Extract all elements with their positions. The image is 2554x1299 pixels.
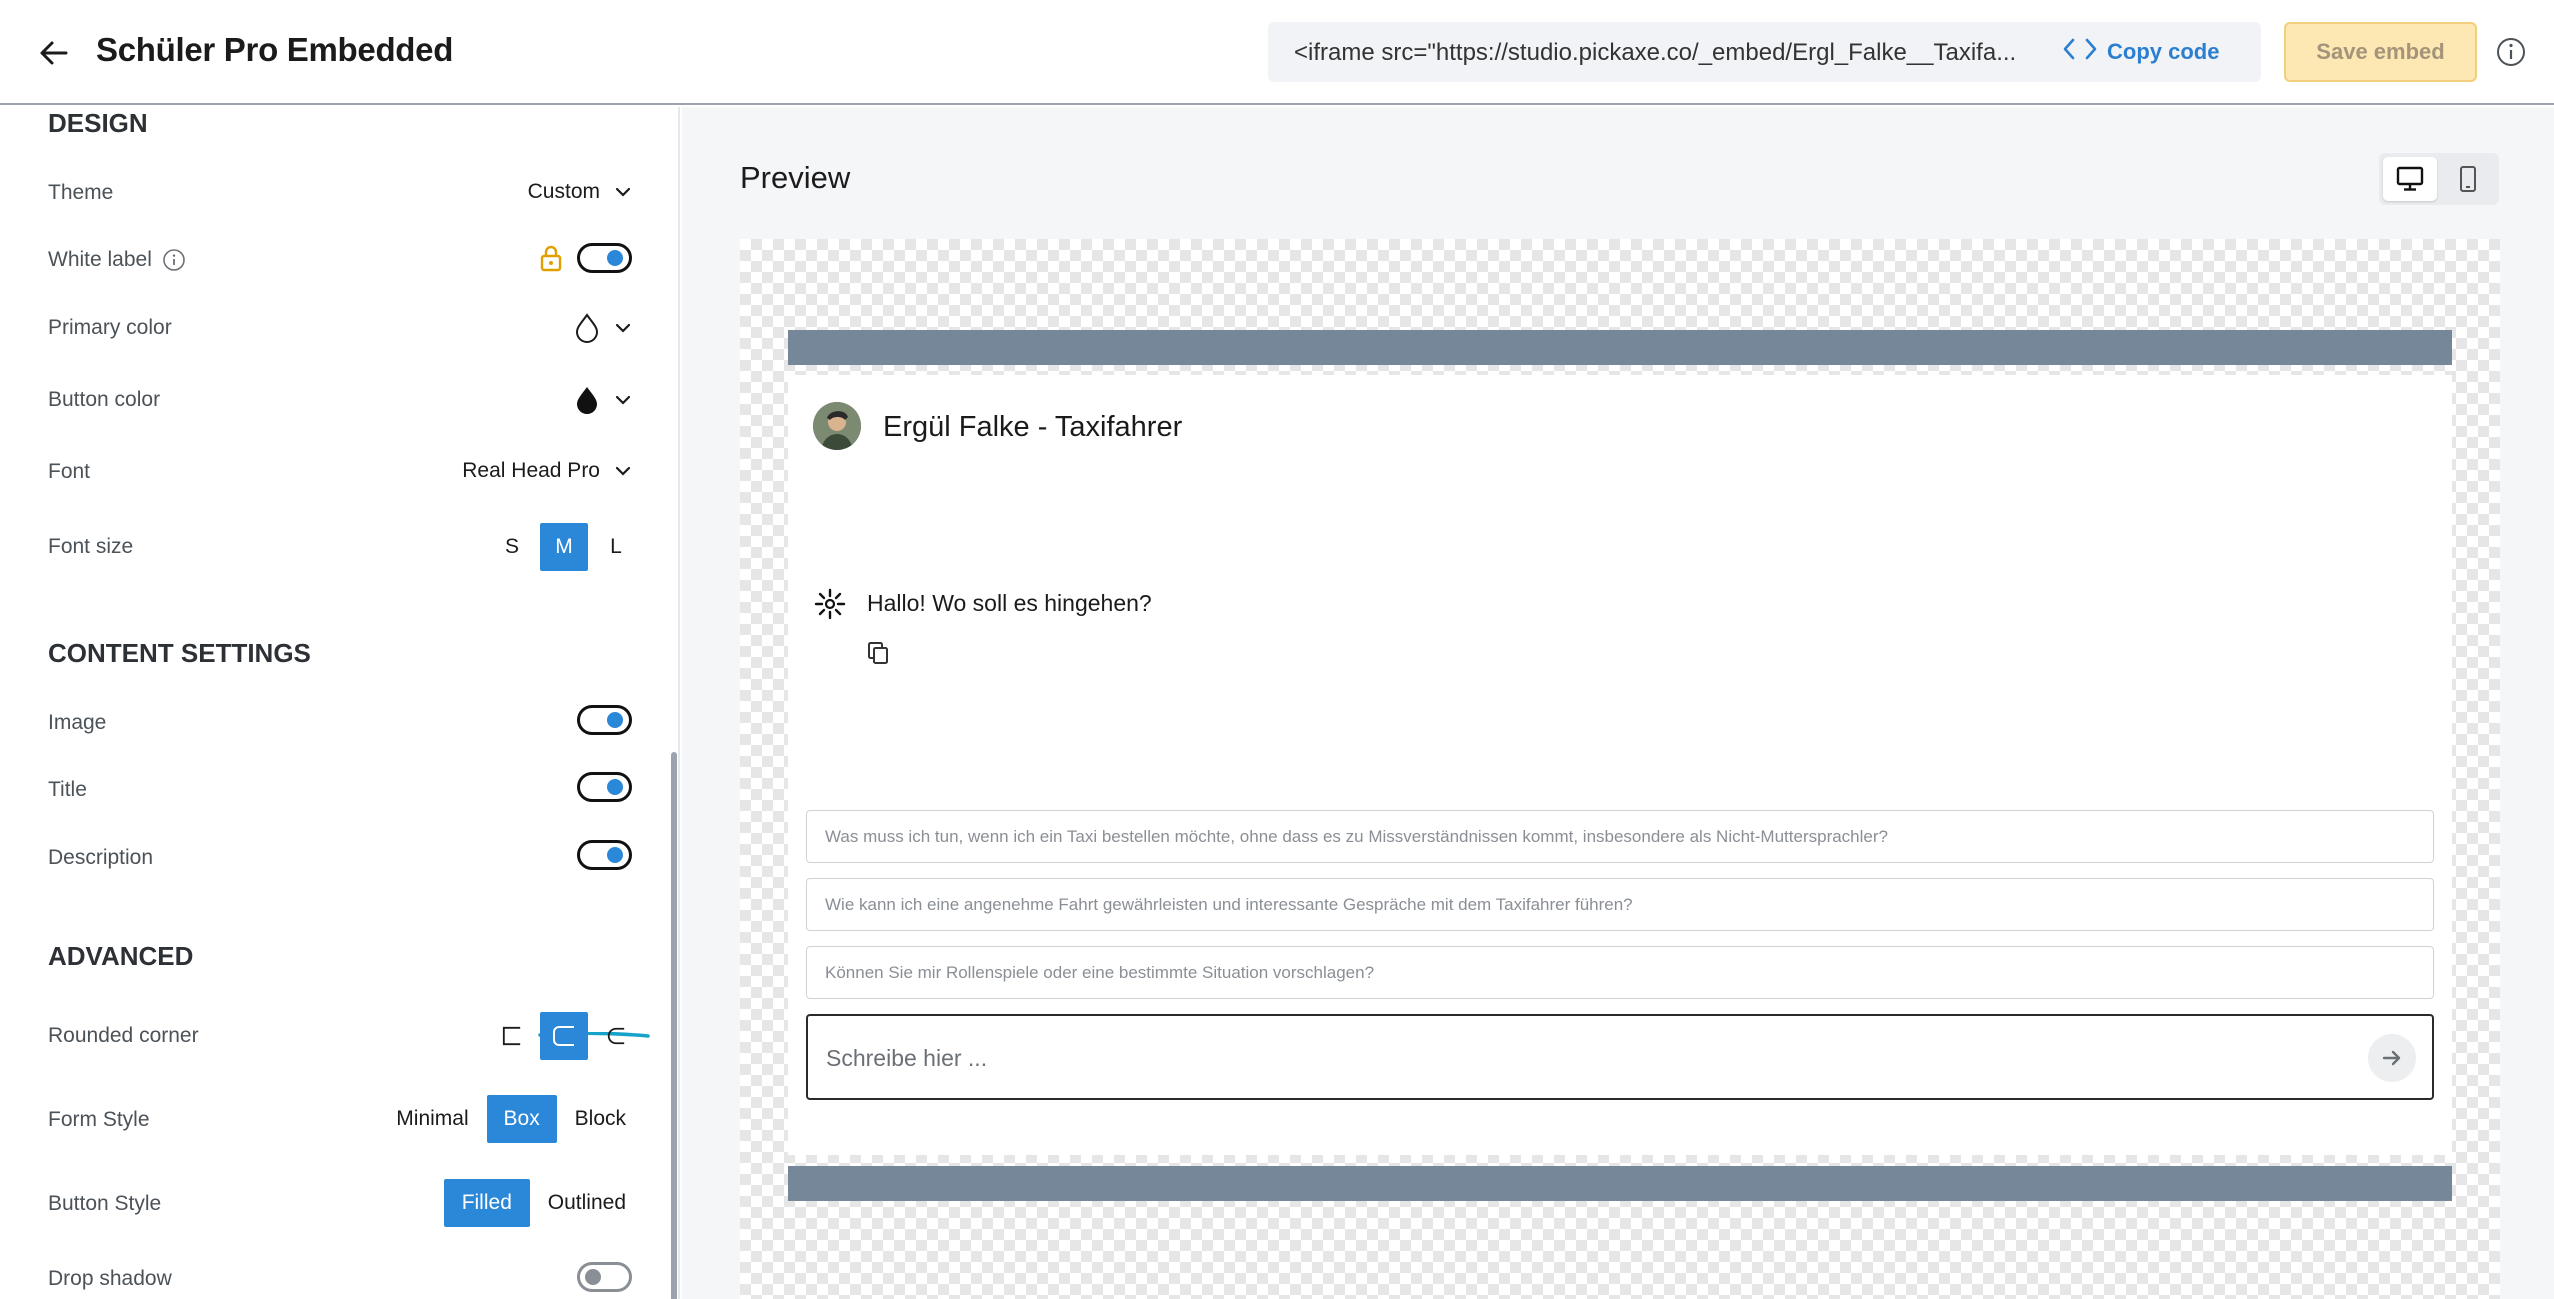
chat-input-box — [806, 1014, 2434, 1100]
form-style-minimal[interactable]: Minimal — [384, 1095, 480, 1143]
chat-input[interactable] — [826, 1038, 2326, 1078]
form-style-box[interactable]: Box — [486, 1095, 557, 1143]
preview-panel: Preview Ergül Falke - Taxifahrer Hallo! … — [682, 107, 2554, 1299]
lock-icon — [540, 245, 562, 272]
rounded-corner-segment — [490, 1012, 638, 1060]
desktop-icon[interactable] — [2383, 157, 2437, 201]
description-label: Description — [48, 846, 154, 869]
button-style-filled[interactable]: Filled — [443, 1179, 530, 1227]
preview-title: Preview — [740, 160, 851, 195]
content-settings-title: CONTENT SETTINGS — [48, 638, 311, 668]
preview-canvas: Ergül Falke - Taxifahrer Hallo! Wo soll … — [740, 239, 2500, 1299]
button-style-label: Button Style — [48, 1192, 162, 1215]
code-brackets-icon — [2063, 37, 2097, 67]
droplet-filled-icon — [577, 387, 597, 414]
sidebar-scrollbar[interactable] — [671, 752, 677, 1299]
send-arrow-icon[interactable] — [2368, 1034, 2416, 1082]
white-label-toggle[interactable] — [577, 243, 632, 273]
chevron-down-icon — [615, 395, 631, 405]
form-style-label: Form Style — [48, 1108, 150, 1131]
chevron-down-icon — [615, 187, 631, 197]
theme-select[interactable]: Custom — [528, 180, 632, 204]
top-header: Schüler Pro Embedded <iframe src="https:… — [0, 0, 2554, 105]
title-toggle-wrap — [577, 772, 632, 802]
font-value: Real Head Pro — [462, 459, 600, 482]
device-toggle — [2379, 153, 2499, 205]
font-size-s[interactable]: S — [490, 523, 534, 571]
primary-color-label: Primary color — [48, 316, 172, 339]
chevron-down-icon — [615, 323, 631, 333]
button-style-segment: Filled Outlined — [443, 1179, 638, 1227]
description-toggle-wrap — [577, 840, 632, 870]
font-size-label: Font size — [48, 535, 134, 558]
font-label: Font — [48, 460, 91, 483]
white-label-controls — [539, 243, 632, 273]
settings-sidebar: DESIGN Theme Custom White label Primary … — [0, 107, 680, 1299]
rounded-corner-label: Rounded corner — [48, 1024, 199, 1047]
title-label: Title — [48, 778, 87, 801]
mobile-icon[interactable] — [2441, 157, 2495, 201]
button-style-outlined[interactable]: Outlined — [536, 1179, 638, 1227]
corner-square-icon[interactable] — [490, 1012, 534, 1060]
suggestion-chip[interactable]: Können Sie mir Rollenspiele oder eine be… — [806, 946, 2434, 999]
font-select[interactable]: Real Head Pro — [462, 459, 632, 483]
button-color-label: Button color — [48, 388, 161, 411]
image-toggle[interactable] — [577, 705, 632, 735]
embed-code-box: <iframe src="https://studio.pickaxe.co/_… — [1268, 22, 2261, 82]
primary-color-picker[interactable] — [574, 313, 632, 343]
theme-value: Custom — [527, 180, 600, 203]
font-size-segment: S M L — [490, 523, 638, 571]
copy-icon[interactable] — [867, 641, 889, 665]
embed-bottom-bar — [788, 1166, 2452, 1201]
suggestion-chip[interactable]: Wie kann ich eine angenehme Fahrt gewähr… — [806, 878, 2434, 931]
button-color-picker[interactable] — [574, 385, 632, 415]
back-arrow-icon[interactable] — [36, 35, 72, 71]
bot-message: Hallo! Wo soll es hingehen? — [867, 590, 1152, 616]
drop-shadow-toggle-wrap — [577, 1262, 632, 1292]
avatar — [813, 402, 861, 450]
app-root: Schüler Pro Embedded <iframe src="https:… — [0, 0, 2554, 1299]
advanced-section-title: ADVANCED — [48, 941, 194, 971]
info-circle-icon[interactable] — [162, 248, 186, 272]
copy-code-label: Copy code — [2107, 39, 2220, 64]
font-size-m[interactable]: M — [540, 523, 588, 571]
page-title: Schüler Pro Embedded — [96, 31, 454, 68]
chat-title: Ergül Falke - Taxifahrer — [883, 411, 1183, 443]
theme-label: Theme — [48, 181, 114, 204]
white-label-row: White label — [48, 248, 186, 272]
embed-code-text: <iframe src="https://studio.pickaxe.co/_… — [1294, 39, 2017, 66]
suggestion-chip[interactable]: Was muss ich tun, wenn ich ein Taxi best… — [806, 810, 2434, 863]
image-label: Image — [48, 711, 107, 734]
info-icon[interactable] — [2494, 35, 2528, 69]
droplet-outline-icon — [575, 313, 599, 343]
drop-shadow-label: Drop shadow — [48, 1267, 172, 1290]
font-size-l[interactable]: L — [594, 523, 638, 571]
title-toggle[interactable] — [577, 772, 632, 802]
corner-pill-icon[interactable] — [594, 1012, 638, 1060]
white-label-label: White label — [48, 248, 152, 271]
copy-code-button[interactable]: Copy code — [2063, 36, 2219, 68]
form-style-segment: Minimal Box Block — [384, 1095, 638, 1143]
corner-rounded-icon[interactable] — [540, 1012, 588, 1060]
save-embed-button[interactable]: Save embed — [2284, 22, 2477, 82]
description-toggle[interactable] — [577, 840, 632, 870]
form-style-block[interactable]: Block — [563, 1095, 638, 1143]
chevron-down-icon — [615, 466, 631, 476]
embed-top-bar — [788, 330, 2452, 365]
image-toggle-wrap — [577, 705, 632, 735]
bot-sparkle-icon — [813, 587, 847, 621]
chat-widget: Ergül Falke - Taxifahrer Hallo! Wo soll … — [788, 375, 2452, 1155]
drop-shadow-toggle[interactable] — [577, 1262, 632, 1292]
design-section-title: DESIGN — [48, 108, 148, 138]
